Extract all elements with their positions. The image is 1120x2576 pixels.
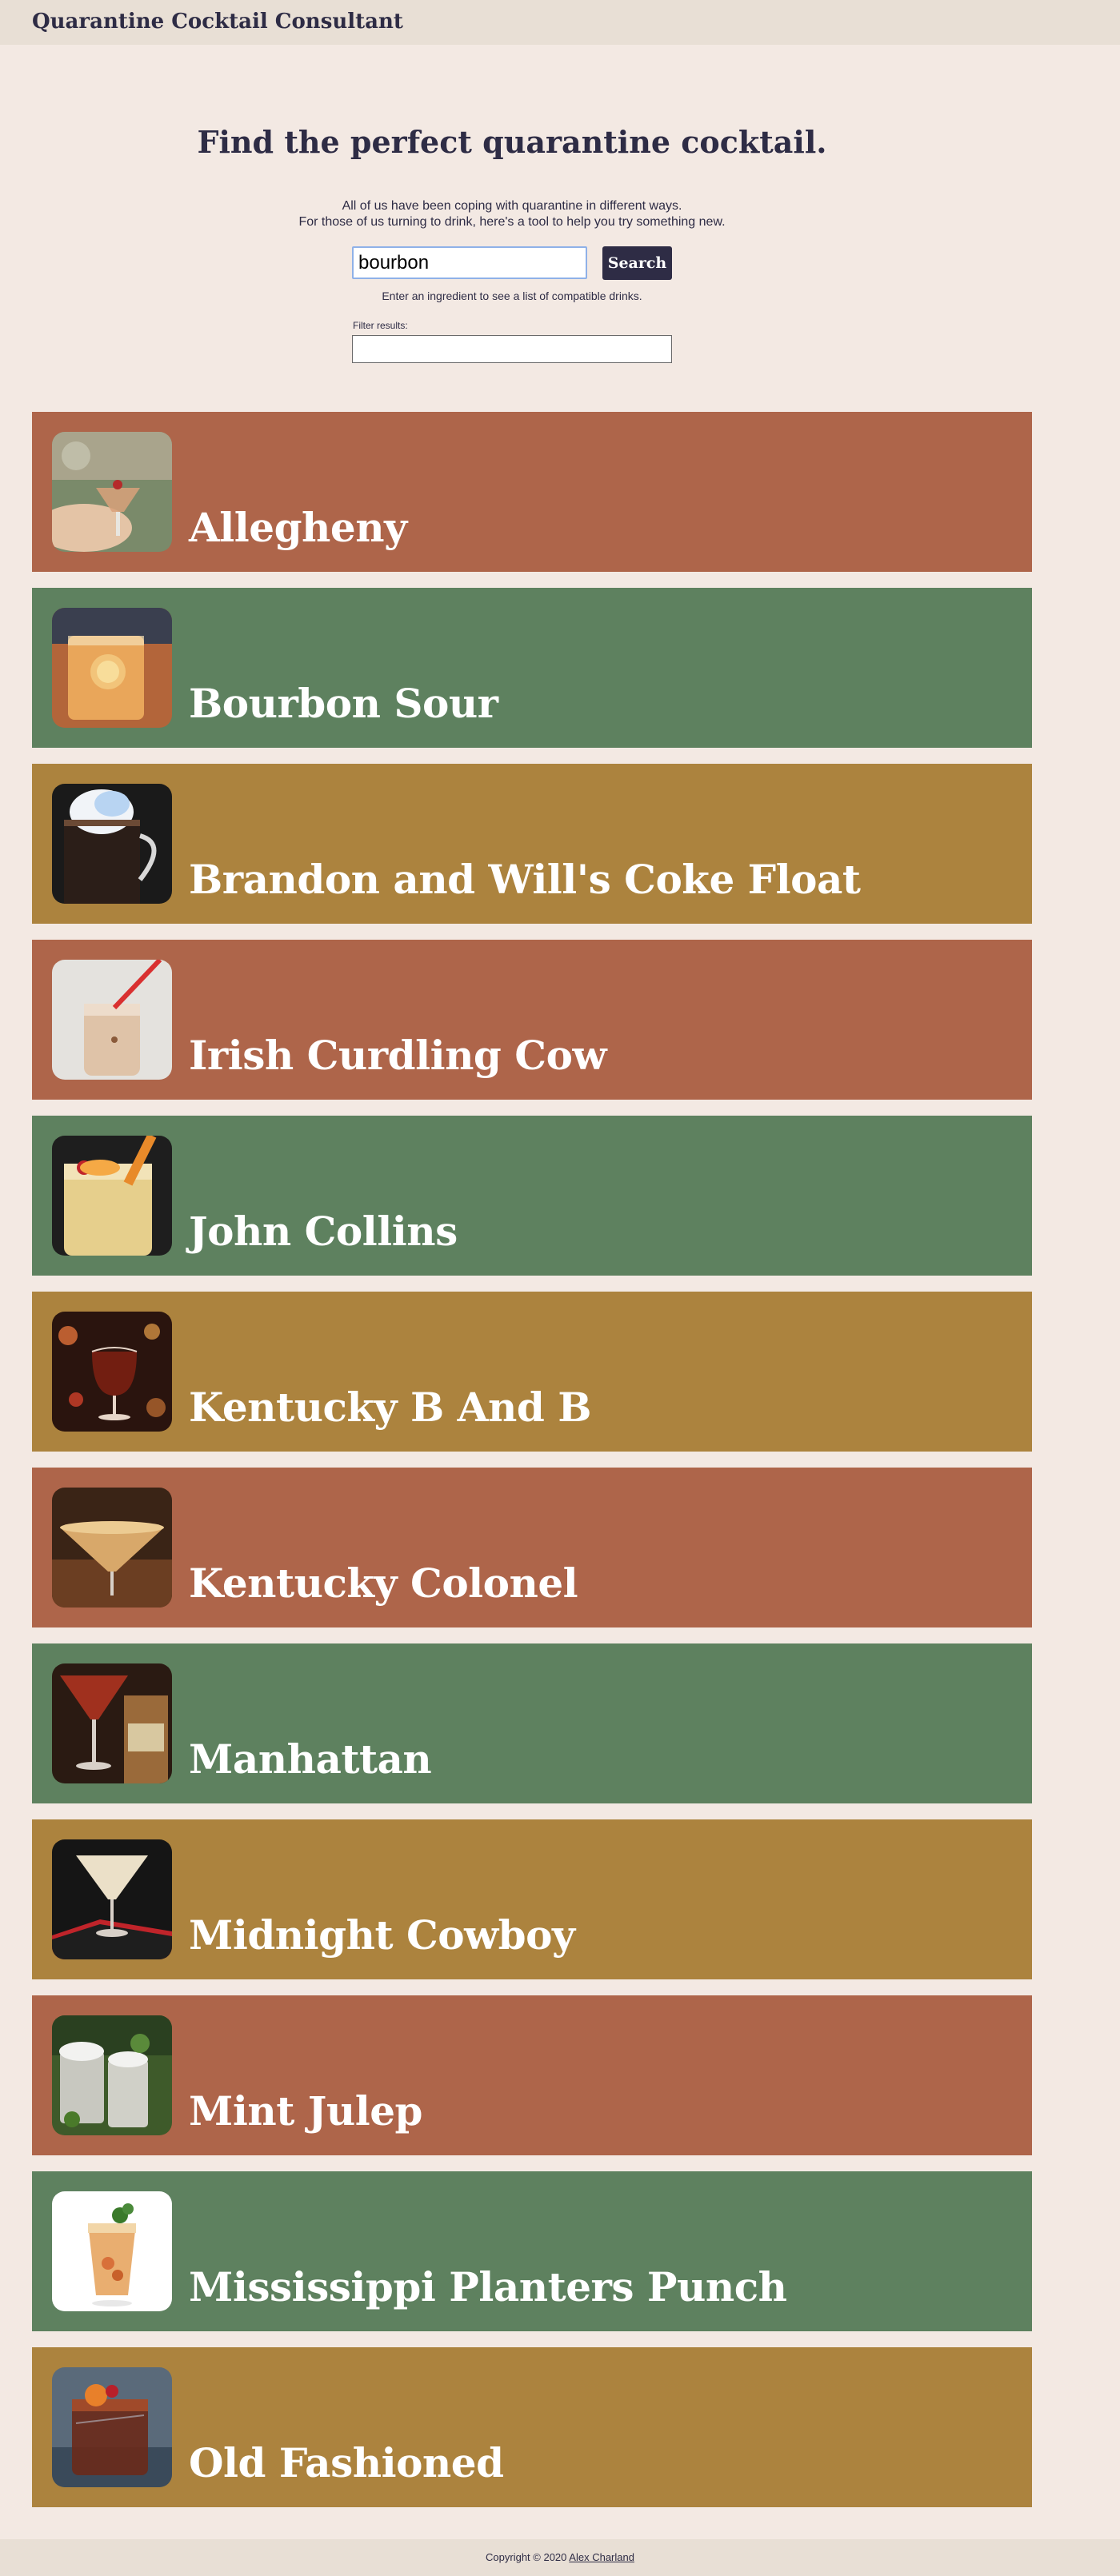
drink-name: Manhattan: [189, 1735, 432, 1783]
page-title: Find the perfect quarantine cocktail.: [197, 124, 827, 160]
mint-julep-photo: [52, 2015, 172, 2135]
bourbon-sour-photo: [52, 608, 172, 728]
drink-card-bourbon-sour[interactable]: Bourbon Sour: [32, 588, 1032, 748]
drink-card-coke-float[interactable]: Brandon and Will's Coke Float: [32, 764, 1032, 924]
drink-card-midnight-cowboy[interactable]: Midnight Cowboy: [32, 1819, 1032, 1979]
drink-card-mint-julep[interactable]: Mint Julep: [32, 1995, 1032, 2155]
drink-name: Kentucky Colonel: [189, 1560, 578, 1607]
drink-card-kentucky-colonel[interactable]: Kentucky Colonel: [32, 1468, 1032, 1627]
drink-results-list: Allegheny Bourbon Sour Brandon and Will'…: [32, 412, 1032, 2523]
drink-name: Bourbon Sour: [189, 680, 498, 727]
drink-name: Mississippi Planters Punch: [189, 2263, 787, 2310]
top-bar: Quarantine Cocktail Consultant: [0, 0, 1120, 45]
drink-card-allegheny[interactable]: Allegheny: [32, 412, 1032, 572]
drink-card-irish-curdling-cow[interactable]: Irish Curdling Cow: [32, 940, 1032, 1100]
intro-text: All of us have been coping with quaranti…: [0, 198, 1024, 230]
search-hint: Enter an ingredient to see a list of com…: [382, 290, 642, 302]
ingredient-search-input[interactable]: [352, 246, 587, 279]
drink-name: Mint Julep: [189, 2087, 422, 2135]
drink-card-manhattan[interactable]: Manhattan: [32, 1643, 1032, 1803]
drink-name: Kentucky B And B: [189, 1384, 591, 1431]
filter-results-input[interactable]: [352, 335, 672, 363]
intro-line-2: For those of us turning to drink, here's…: [298, 215, 726, 229]
irish-curdling-cow-photo: [52, 960, 172, 1080]
drink-name: Allegheny: [189, 504, 407, 551]
mississippi-planters-punch-photo: [52, 2191, 172, 2311]
drink-name: Irish Curdling Cow: [189, 1032, 606, 1079]
drink-card-john-collins[interactable]: John Collins: [32, 1116, 1032, 1276]
footer: Copyright © 2020 Alex Charland: [0, 2539, 1120, 2576]
kentucky-colonel-photo: [52, 1488, 172, 1608]
intro-line-1: All of us have been coping with quaranti…: [342, 199, 682, 213]
old-fashioned-photo: [52, 2367, 172, 2487]
drink-name: Old Fashioned: [189, 2439, 504, 2486]
filter-label: Filter results:: [353, 320, 408, 331]
midnight-cowboy-photo: [52, 1839, 172, 1959]
coke-float-photo: [52, 784, 172, 904]
drink-name: Brandon and Will's Coke Float: [189, 856, 861, 903]
drink-card-kentucky-b-and-b[interactable]: Kentucky B And B: [32, 1292, 1032, 1452]
brand-title: Quarantine Cocktail Consultant: [32, 10, 403, 34]
kentucky-b-and-b-photo: [52, 1312, 172, 1432]
author-link[interactable]: Alex Charland: [569, 2551, 634, 2563]
allegheny-photo: [52, 432, 172, 552]
drink-name: Midnight Cowboy: [189, 1911, 575, 1959]
john-collins-photo: [52, 1136, 172, 1256]
drink-card-old-fashioned[interactable]: Old Fashioned: [32, 2347, 1032, 2507]
drink-card-mississippi-planters-punch[interactable]: Mississippi Planters Punch: [32, 2171, 1032, 2331]
copyright-text: Copyright © 2020: [486, 2551, 567, 2563]
drink-name: John Collins: [189, 1208, 458, 1255]
manhattan-photo: [52, 1663, 172, 1783]
search-button[interactable]: Search: [602, 246, 672, 280]
